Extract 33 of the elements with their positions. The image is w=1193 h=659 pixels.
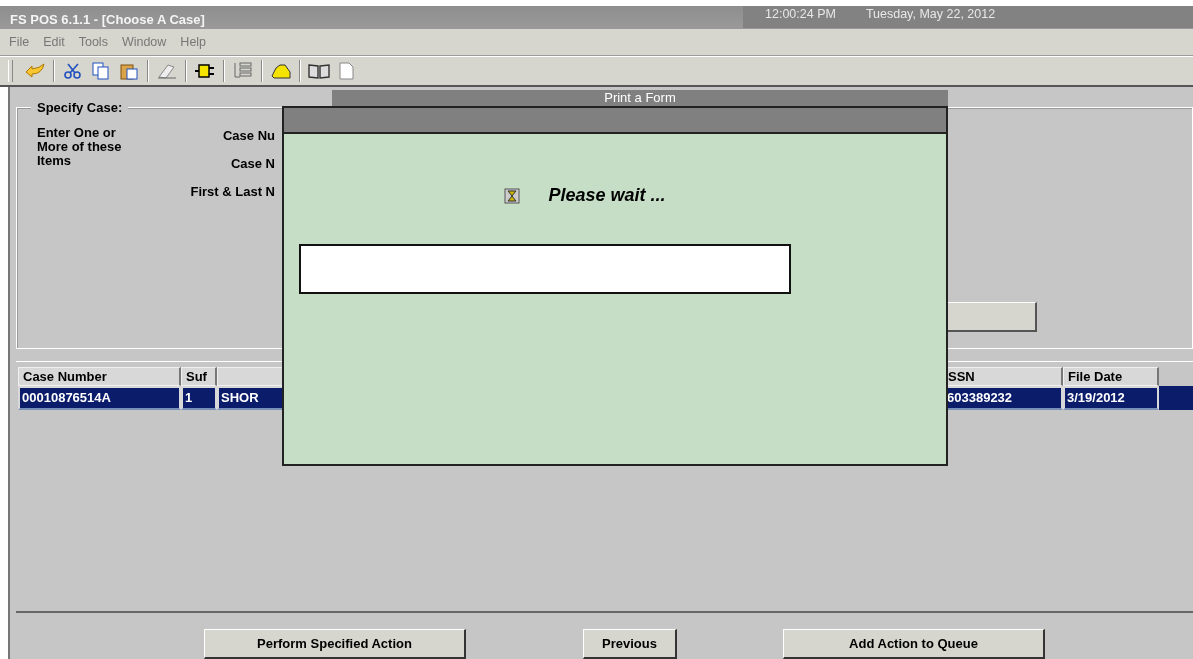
menu-item[interactable]: Tools (78, 35, 108, 50)
menu-item[interactable]: Edit (43, 35, 65, 50)
menu-item[interactable]: Help (180, 35, 207, 50)
menu-item[interactable]: Window (121, 35, 167, 50)
column-header: File Date (1063, 367, 1159, 386)
plug-icon[interactable] (194, 61, 216, 80)
column-header: Suf (181, 367, 217, 386)
action-button[interactable]: Add Action to Queue (783, 629, 1045, 659)
column-header: Case Number (18, 367, 181, 386)
action-button[interactable]: Previous (583, 629, 677, 659)
window-title: FS POS 6.1.1 - [Choose A Case] (9, 11, 206, 29)
clock-time: 12:00:24 PM (765, 7, 836, 21)
group-title: Specify Case: (31, 100, 129, 115)
window-title: Print a Form (604, 90, 676, 107)
list-icon[interactable] (232, 61, 254, 80)
wait-message: Please wait ... (548, 185, 666, 206)
table-cell: 00010876514A (18, 386, 181, 410)
back-arrow-icon[interactable] (24, 61, 46, 80)
menu-item[interactable]: File (9, 35, 30, 50)
field-label: First & Last N (190, 184, 275, 199)
hourglass-icon (504, 187, 521, 204)
scissors-icon[interactable] (63, 61, 83, 80)
book-icon[interactable] (308, 61, 330, 80)
table-cell: 3/19/2012 (1063, 386, 1159, 410)
eraser-icon[interactable] (156, 61, 178, 80)
paste-icon[interactable] (119, 61, 139, 80)
table-cell: 1 (181, 386, 217, 410)
field-label: Case N (230, 156, 275, 171)
copy-icon[interactable] (91, 61, 111, 80)
clock-date: Tuesday, May 22, 2012 (865, 7, 996, 21)
field-label: Case Nu (222, 128, 275, 143)
instruction-text: Enter One or More of these Items (37, 126, 123, 170)
action-button[interactable]: Perform Specified Action (204, 629, 466, 659)
